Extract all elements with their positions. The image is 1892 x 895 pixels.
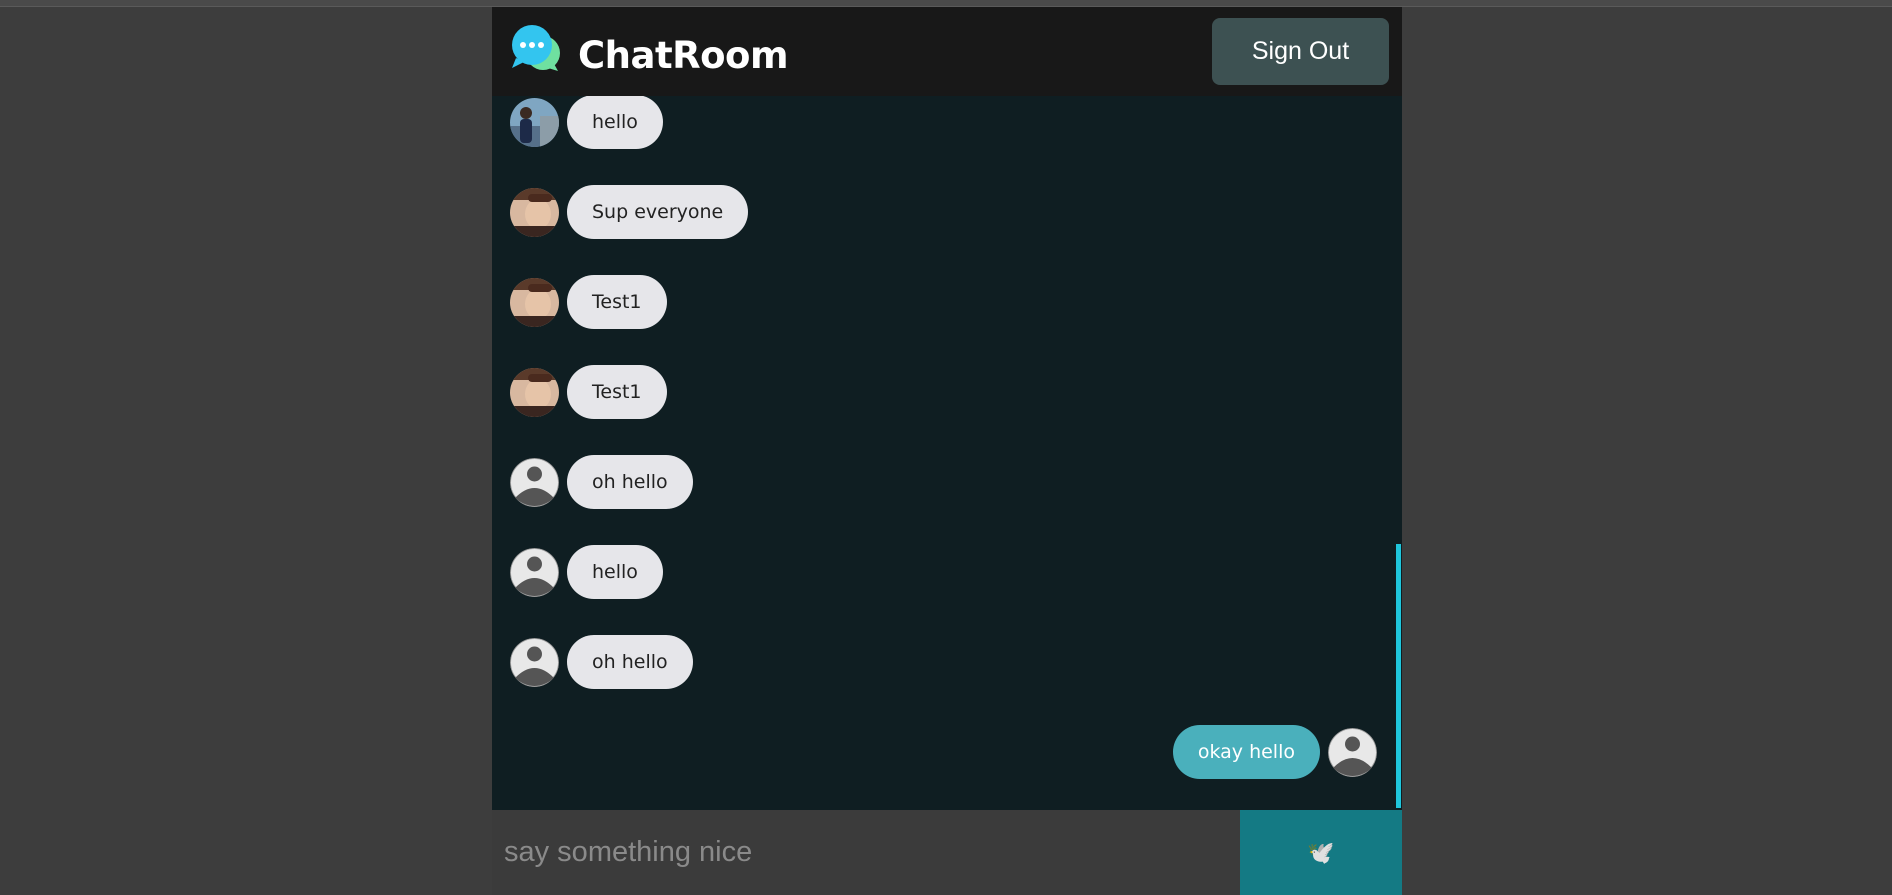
- sign-out-button[interactable]: Sign Out: [1212, 18, 1389, 85]
- user-avatar-photo: [510, 97, 559, 147]
- user-avatar-photo: [510, 277, 559, 327]
- message-item: Sup everyone: [510, 185, 749, 239]
- message-list-scrollbar[interactable]: [1396, 544, 1401, 808]
- message-list[interactable]: hello Sup everyone Test1 Test1 oh hello …: [492, 96, 1402, 808]
- message-bubble: hello: [567, 96, 663, 149]
- chat-bubbles-icon: [512, 25, 560, 71]
- message-input[interactable]: [492, 810, 1240, 895]
- message-composer: 🕊️: [492, 810, 1402, 895]
- default-user-icon: [510, 637, 559, 687]
- default-user-icon: [1328, 727, 1377, 777]
- message-bubble: hello: [567, 545, 663, 599]
- message-item: oh hello: [510, 455, 693, 509]
- message-bubble: oh hello: [567, 455, 693, 509]
- default-user-icon: [510, 547, 559, 597]
- message-item: hello: [510, 96, 663, 149]
- message-item: hello: [510, 545, 663, 599]
- app-title: ChatRoom: [578, 34, 789, 77]
- chat-app: ChatRoom Sign Out hello Sup everyone Tes…: [492, 7, 1402, 895]
- message-bubble: Sup everyone: [567, 185, 749, 239]
- message-item-sent: okay hello: [1172, 725, 1377, 779]
- user-avatar-photo: [510, 187, 559, 237]
- message-bubble-sent: okay hello: [1172, 725, 1320, 779]
- send-button[interactable]: 🕊️: [1240, 810, 1402, 895]
- default-user-icon: [510, 457, 559, 507]
- dove-icon: 🕊️: [1307, 839, 1335, 865]
- message-bubble: Test1: [567, 365, 667, 419]
- message-bubble: oh hello: [567, 635, 693, 689]
- message-bubble: Test1: [567, 275, 667, 329]
- user-avatar-photo: [510, 367, 559, 417]
- message-item: oh hello: [510, 635, 693, 689]
- browser-top-edge: [0, 0, 1892, 7]
- message-item: Test1: [510, 365, 667, 419]
- app-header: ChatRoom Sign Out: [492, 7, 1402, 96]
- message-item: Test1: [510, 275, 667, 329]
